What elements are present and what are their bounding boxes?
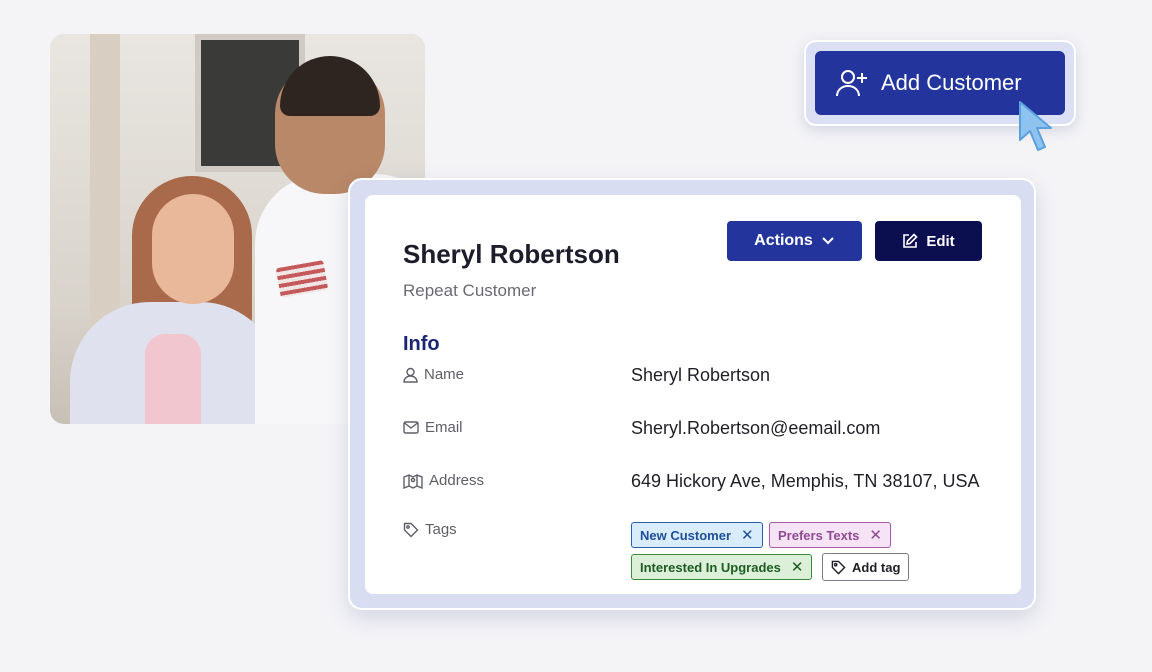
photo-woman-face (152, 194, 234, 304)
email-value: Sheryl.Robertson@eemail.com (631, 418, 881, 438)
customer-card-frame: Sheryl Robertson Repeat Customer Actions… (348, 178, 1036, 610)
name-value: Sheryl Robertson (631, 365, 771, 385)
add-customer-label: Add Customer (881, 70, 1022, 95)
edit-icon (903, 233, 918, 248)
photo-woman-shirt (145, 334, 201, 424)
info-section-title: Info (403, 333, 440, 355)
edit-button[interactable]: Edit (875, 221, 982, 261)
chevron-down-icon (822, 237, 834, 245)
tag-new-customer[interactable]: New Customer ✕ (631, 522, 763, 548)
mouse-pointer-icon (1019, 101, 1052, 151)
map-icon (403, 473, 423, 489)
name-label: Name (403, 366, 464, 383)
tag-icon (403, 522, 419, 537)
email-label: Email (403, 419, 463, 436)
remove-tag-icon[interactable]: ✕ (869, 526, 882, 544)
actions-label: Actions (754, 232, 813, 249)
tag-icon (831, 560, 846, 575)
customer-type: Repeat Customer (403, 281, 537, 300)
tags-label: Tags (403, 521, 457, 538)
tag-prefers-texts[interactable]: Prefers Texts ✕ (769, 522, 891, 548)
user-plus-icon (836, 70, 867, 97)
actions-button[interactable]: Actions (727, 221, 862, 261)
mail-icon (403, 421, 419, 434)
add-tag-button[interactable]: Add tag (822, 553, 910, 581)
remove-tag-icon[interactable]: ✕ (741, 526, 754, 544)
remove-tag-icon[interactable]: ✕ (791, 558, 804, 576)
address-label: Address (403, 472, 484, 489)
tag-interested-in-upgrades[interactable]: Interested In Upgrades ✕ (631, 554, 813, 580)
customer-name: Sheryl Robertson (403, 239, 620, 269)
address-value: 649 Hickory Ave, Memphis, TN 38107, USA (631, 471, 980, 491)
edit-label: Edit (926, 232, 955, 250)
customer-card: Sheryl Robertson Repeat Customer Actions… (365, 195, 1021, 594)
user-icon (403, 367, 418, 383)
